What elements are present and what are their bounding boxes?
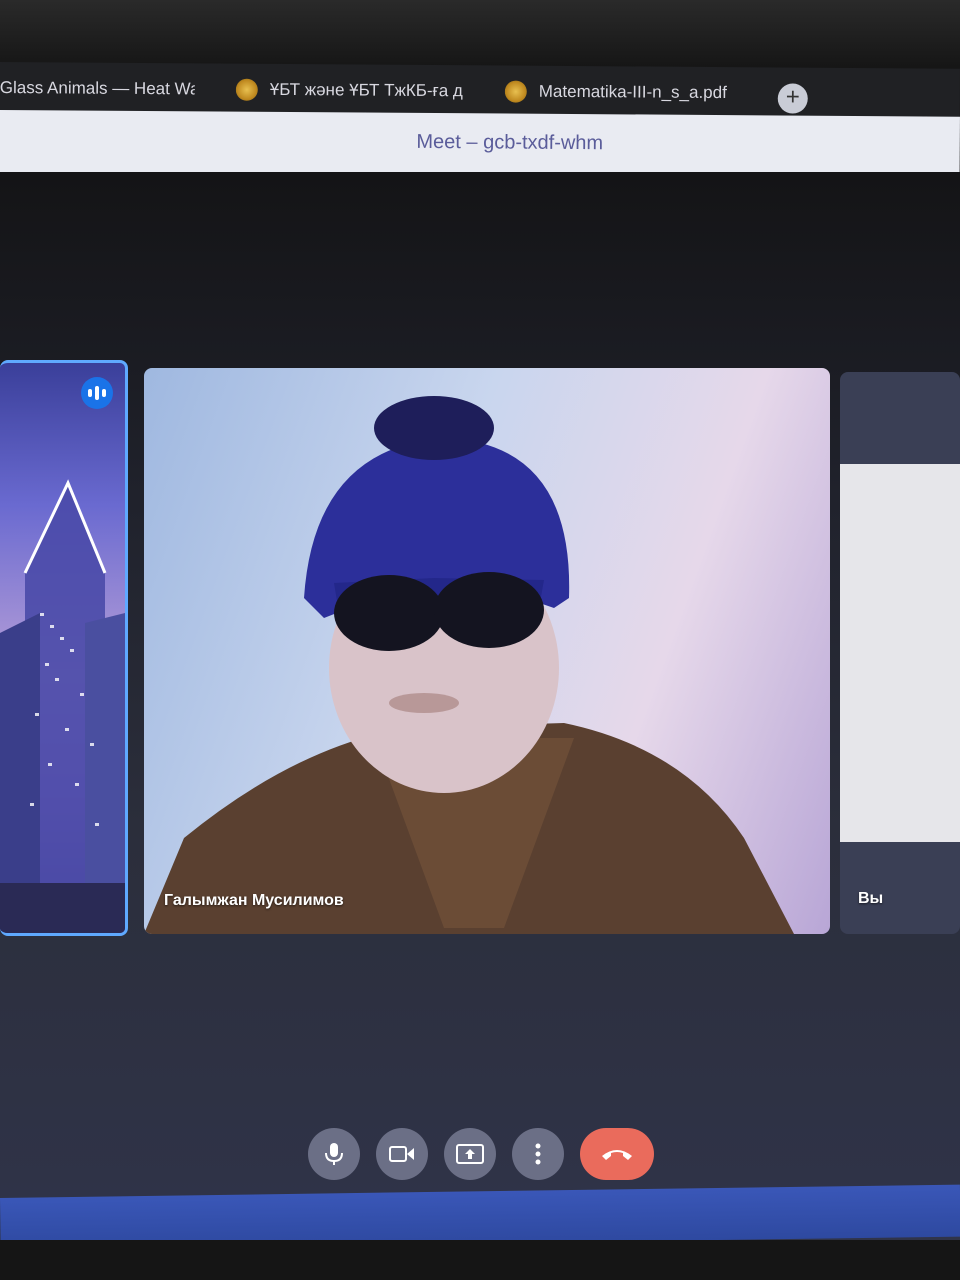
participant-tile-left[interactable] [0,360,128,936]
more-vertical-icon [535,1143,541,1165]
city-background-image [0,479,125,933]
tab-ubt[interactable]: ҰБТ және ҰБТ ТжКБ-ға д [235,72,464,110]
camera-icon [389,1146,414,1162]
participant-tile-self[interactable]: Вы [840,372,960,934]
emblem-icon [504,80,527,103]
self-video [840,464,960,842]
speaking-indicator-icon [81,377,113,409]
camera-button[interactable] [376,1128,428,1180]
participant-name-self: Вы [858,890,884,907]
monitor-bezel-bottom [0,1240,960,1280]
monitor-bezel [0,0,960,70]
tab-glass-animals[interactable]: Glass Animals — Heat Wa [0,70,195,107]
end-call-button[interactable] [580,1128,654,1180]
participant-video [144,396,794,934]
present-screen-button[interactable] [444,1128,496,1180]
tab-label: Glass Animals — Heat Wa [0,77,195,99]
more-options-button[interactable] [512,1128,564,1180]
mic-icon [325,1143,343,1165]
participant-tile-main[interactable]: Галымжан Мусилимов [144,368,830,934]
microphone-button[interactable] [308,1128,360,1180]
window-title: Meet – gcb-txdf-whm [416,130,604,155]
tab-label: Matematika-III-n_s_a.pdf [538,81,727,103]
new-tab-button[interactable]: + [777,83,808,114]
call-controls-bar [0,1120,960,1190]
tab-label: ҰБТ және ҰБТ ТжКБ-ға д [269,79,463,101]
tab-matematika-pdf[interactable]: Matematika-III-n_s_a.pdf [504,74,745,112]
emblem-icon [235,78,258,101]
present-screen-icon [456,1144,484,1164]
participant-name: Галымжан Мусилимов [164,892,344,909]
hang-up-icon [602,1150,632,1160]
